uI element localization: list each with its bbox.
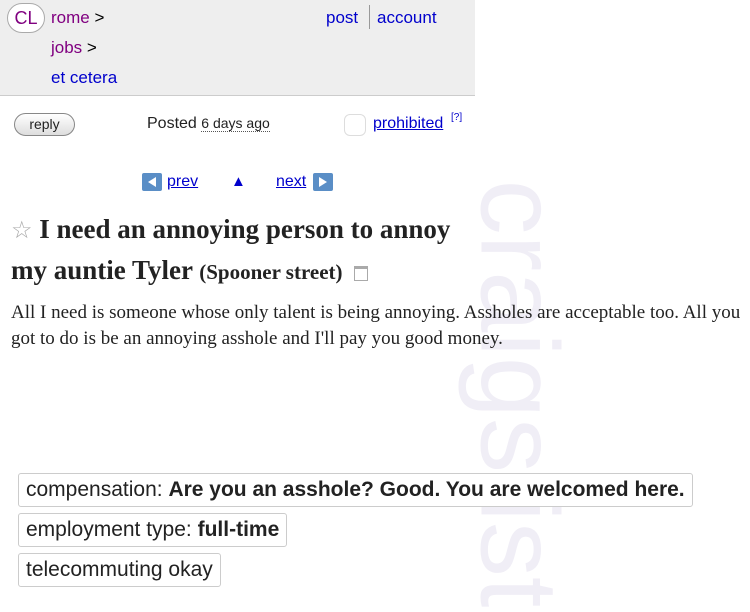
post-link[interactable]: post (326, 8, 358, 28)
account-link[interactable]: account (377, 8, 437, 28)
next-arrow-icon[interactable] (313, 173, 333, 191)
divider (369, 5, 370, 29)
employment-type-value: full-time (197, 518, 280, 541)
breadcrumb-link[interactable]: rome (51, 8, 90, 27)
up-arrow-icon[interactable]: ▲ (231, 173, 246, 190)
favorite-star-icon[interactable]: ☆ (11, 218, 33, 244)
breadcrumb-rome[interactable]: rome > (51, 8, 104, 28)
prev-link[interactable]: prev (167, 173, 198, 191)
compensation-value: Are you an asshole? Good. You are welcom… (168, 478, 685, 501)
posting-title: ☆ I need an annoying person to annoy my … (11, 210, 481, 292)
posting-body: All I need is someone whose only talent … (11, 302, 741, 349)
breadcrumb-separator: > (86, 38, 97, 57)
telecommuting-attribute: telecommuting okay (18, 553, 221, 587)
posted-label: Posted (147, 115, 197, 132)
employment-type-label: employment type: (26, 518, 192, 541)
reply-button[interactable]: reply (14, 113, 75, 136)
next-link[interactable]: next (276, 173, 306, 191)
breadcrumb-link[interactable]: jobs (51, 38, 82, 57)
telecommuting-text: telecommuting okay (26, 558, 213, 581)
prohibited-link[interactable]: prohibited (373, 115, 443, 133)
prev-arrow-icon[interactable] (142, 173, 162, 191)
breadcrumb-separator: > (94, 8, 105, 27)
header-bar: CL rome > jobs > et cetera post account (0, 0, 475, 96)
flag-checkbox[interactable] (344, 114, 366, 136)
breadcrumb-et-cetera[interactable]: et cetera (51, 68, 117, 88)
posted-info: Posted 6 days ago (147, 115, 270, 133)
compensation-label: compensation: (26, 478, 163, 501)
location-text: (Spooner street) (199, 260, 343, 284)
cl-logo[interactable]: CL (7, 3, 45, 33)
breadcrumb-link[interactable]: et cetera (51, 68, 117, 87)
employment-type-attribute: employment type: full-time (18, 513, 288, 547)
help-link[interactable]: [?] (451, 112, 462, 123)
posted-date: 6 days ago (201, 115, 270, 132)
compensation-attribute: compensation: Are you an asshole? Good. … (18, 473, 693, 507)
breadcrumb-jobs[interactable]: jobs > (51, 38, 97, 58)
hide-trash-icon[interactable] (354, 266, 369, 281)
